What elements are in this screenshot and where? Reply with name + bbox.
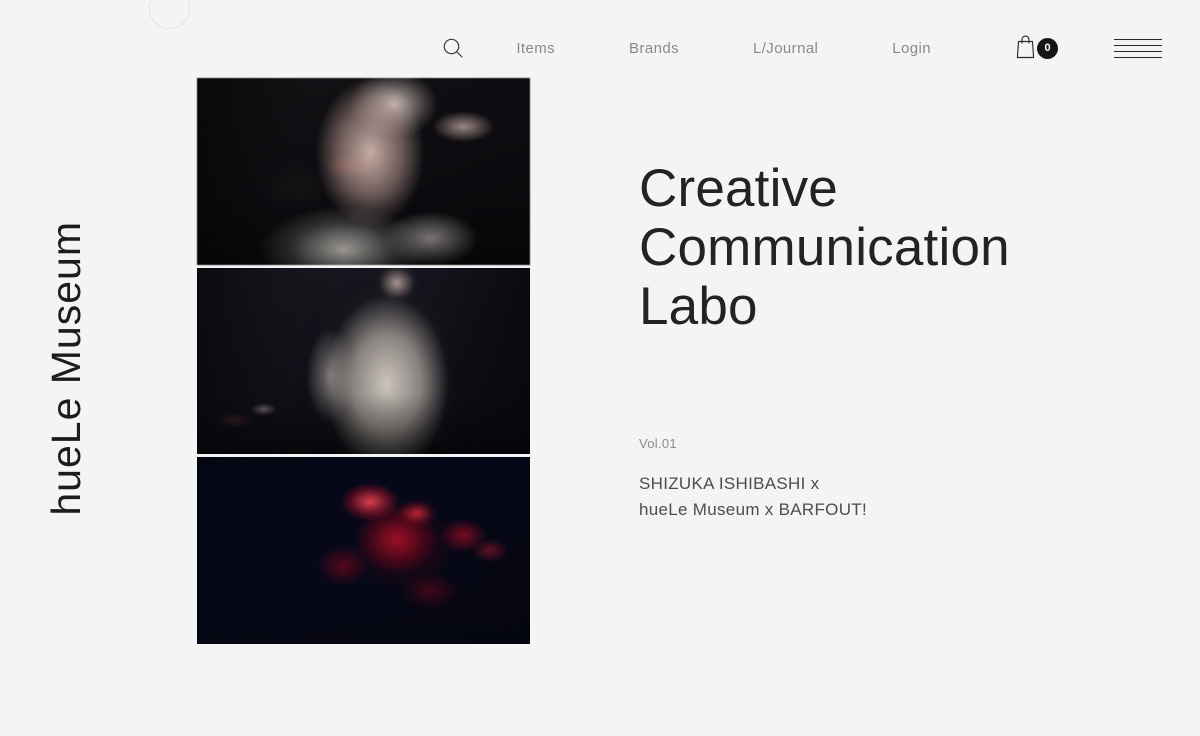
headline-line-3: Labo	[639, 276, 758, 336]
nav-link-brands[interactable]: Brands	[629, 30, 679, 67]
nav-link-login[interactable]: Login	[892, 30, 931, 67]
search-icon	[442, 37, 464, 59]
nav-link-ljournal[interactable]: L/Journal	[753, 30, 818, 67]
hamburger-line	[1114, 56, 1162, 58]
credit-text: SHIZUKA ISHIBASHI x hueLe Museum x BARFO…	[639, 471, 1119, 522]
feature-meta: Vol.01 SHIZUKA ISHIBASHI x hueLe Museum …	[639, 436, 1119, 522]
gallery-image-3[interactable]	[197, 457, 530, 644]
brand-vertical-wordmark: hueLe Museum	[0, 0, 140, 736]
gallery-image-1[interactable]	[197, 78, 530, 265]
main-navigation: Items Brands L/Journal Login 0	[430, 25, 1162, 71]
gallery-image-2[interactable]	[197, 267, 530, 455]
page-title: Creative Communication Labo	[639, 159, 1119, 336]
brand-vertical-label: hueLe Museum	[42, 220, 89, 516]
headline-line-2: Communication	[639, 217, 1010, 277]
gallery-image-stack	[197, 78, 530, 644]
credit-line-1: SHIZUKA ISHIBASHI x	[639, 474, 820, 494]
search-button[interactable]	[430, 25, 476, 71]
nav-link-items[interactable]: Items	[516, 30, 555, 67]
credit-line-2: hueLe Museum x BARFOUT!	[639, 499, 867, 519]
volume-label: Vol.01	[639, 436, 677, 452]
headline-line-1: Creative	[639, 159, 838, 218]
hamburger-menu-button[interactable]	[1114, 33, 1162, 63]
hamburger-line	[1114, 50, 1162, 52]
hamburger-line	[1114, 38, 1162, 40]
hamburger-line	[1114, 44, 1162, 46]
cart-count-badge: 0	[1037, 37, 1058, 59]
cart-button[interactable]: 0	[1014, 32, 1058, 65]
feature-content: Creative Communication Labo Vol.01 SHIZU…	[639, 78, 1119, 522]
